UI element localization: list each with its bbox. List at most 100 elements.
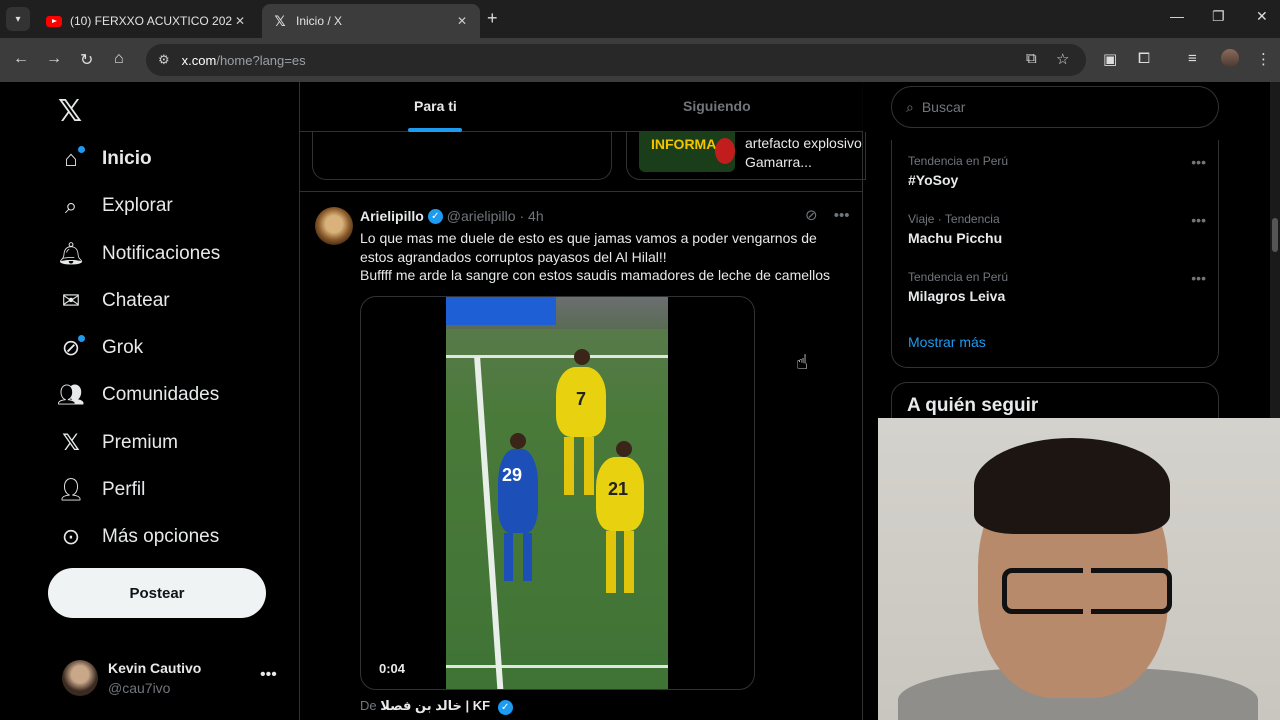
new-tab-button[interactable]: + (487, 8, 498, 29)
trend-title: Milagros Leiva (908, 288, 1006, 304)
nav-item-explorar[interactable]: ⌕ Explorar (58, 186, 173, 226)
install-app-icon[interactable]: ⧉ (1026, 50, 1037, 67)
tab-x-home[interactable]: 𝕏 Inicio / X ✕ (262, 4, 480, 38)
tweet-header: Arielipillo ✓ @arielipillo · 4h (360, 208, 544, 224)
search-icon: ⌕ (906, 98, 914, 115)
verified-badge-icon: ✓ (427, 208, 443, 224)
player: 29 (498, 449, 538, 533)
reload-icon[interactable]: ↻ (80, 50, 93, 70)
more-dots-icon[interactable]: ••• (260, 666, 277, 684)
tweet-line: estos agrandados corruptos payasos del A… (360, 248, 667, 265)
tab-title: (10) FERXXO ACUXTICO 2022 ( (70, 14, 232, 28)
url-host: x.com (181, 52, 217, 68)
feed-tabs: Para ti Siguiendo (300, 82, 863, 132)
nav-item-perfil[interactable]: 👤︎ Perfil (57, 470, 146, 510)
trends-panel: Tendencia en Perú #YoSoy ••• Viaje · Ten… (891, 140, 1219, 368)
tweet-time[interactable]: · 4h (519, 208, 543, 224)
nav-item-grok[interactable]: ⊘ Grok (58, 328, 143, 368)
nav-item-premium[interactable]: 𝕏 Premium (58, 423, 178, 463)
webcam-overlay (878, 418, 1280, 720)
nav-label: Más opciones (102, 526, 220, 547)
minimize-button[interactable]: — (1170, 8, 1184, 24)
nav-item-comunidades[interactable]: 👥︎ Comunidades (57, 375, 220, 415)
more-dots-icon[interactable]: ••• (834, 207, 850, 224)
nav-item-chatear[interactable]: ✉ Chatear (58, 281, 170, 321)
x-logo-icon: 𝕏 (62, 430, 80, 455)
browser-toolbar: ← → ↻ ⌂ ⚙ x.com/home?lang=es ⧉ ☆ ▣ ⧠ ≡ ⋮ (0, 38, 1280, 82)
close-tab-icon[interactable]: ✕ (454, 14, 470, 28)
jersey-number: 7 (576, 389, 587, 409)
site-info-icon[interactable]: ⚙ (158, 52, 170, 68)
trend-item[interactable]: Tendencia en Perú #YoSoy ••• (908, 154, 1208, 188)
nav-label: Comunidades (102, 384, 220, 405)
close-tab-icon[interactable]: ✕ (232, 14, 248, 28)
scrollbar-thumb[interactable] (1272, 218, 1278, 252)
mail-icon: ✉ (61, 288, 81, 313)
divider (300, 191, 863, 192)
trend-item[interactable]: Tendencia en Perú Milagros Leiva ••• (908, 270, 1208, 304)
news-card[interactable]: INFORMA artefacto explosivo Gamarra... (626, 132, 866, 180)
show-more-link[interactable]: Mostrar más (908, 334, 986, 350)
video-frame: 7 29 21 (446, 297, 668, 689)
bell-icon: 🔔︎ (57, 241, 85, 266)
news-thumbnail: INFORMA (639, 132, 735, 172)
menu-kebab-icon[interactable]: ⋮ (1256, 50, 1271, 68)
account-name: Kevin Cautivo (108, 660, 202, 676)
video-source[interactable]: De خالد بن فصلا | KF ✓ (360, 698, 517, 715)
tab-title: Inicio / X (296, 14, 343, 28)
tab-youtube[interactable]: (10) FERXXO ACUXTICO 2022 ( ✕ (36, 4, 258, 38)
who-to-follow-heading: A quién seguir (907, 395, 1039, 416)
more-dots-icon[interactable]: ••• (1191, 270, 1206, 286)
tweet-actions: ⊘ ••• (805, 206, 850, 224)
media-control-icon[interactable]: ≡ (1188, 50, 1197, 67)
extension-window-icon[interactable]: ▣ (1103, 50, 1117, 68)
x-logo-icon[interactable]: 𝕏 (58, 94, 82, 129)
author-name[interactable]: Arielipillo (360, 208, 424, 224)
grok-icon: ⊘ (58, 335, 85, 361)
nav-item-inicio[interactable]: ⌂ Inicio (58, 139, 152, 179)
maximize-button[interactable]: ❐ (1212, 8, 1225, 25)
search-input[interactable]: ⌕ Buscar (891, 86, 1219, 128)
account-switcher[interactable]: Kevin Cautivo @cau7ivo ••• (60, 656, 290, 700)
x-logo-icon: 𝕏 (274, 12, 286, 29)
avatar (62, 660, 98, 696)
forward-arrow-icon[interactable]: → (46, 50, 62, 68)
close-window-button[interactable]: ✕ (1256, 8, 1268, 25)
more-dots-icon[interactable]: ••• (1191, 212, 1206, 228)
avatar[interactable] (315, 207, 353, 245)
verified-badge-icon: ✓ (497, 700, 513, 715)
search-icon: ⌕ (64, 193, 78, 218)
nav-item-notificaciones[interactable]: 🔔︎ Notificaciones (57, 234, 220, 274)
tweet-line: Lo que mas me duele de esto es que jamas… (360, 230, 817, 246)
thumbnail-text: INFORMA (651, 136, 717, 152)
browser-profile-avatar[interactable] (1221, 49, 1239, 67)
home-icon[interactable]: ⌂ (114, 50, 124, 68)
more-dots-icon[interactable]: ••• (1191, 154, 1206, 170)
back-arrow-icon[interactable]: ← (13, 50, 29, 68)
nav-label: Perfil (102, 479, 146, 500)
address-bar[interactable]: ⚙ x.com/home?lang=es (146, 44, 1086, 76)
media-card[interactable] (312, 132, 612, 180)
nav-label: Inicio (102, 148, 152, 169)
bookmark-star-icon[interactable]: ☆ (1056, 50, 1069, 68)
mouse-pointer-icon: ☝ (796, 352, 809, 374)
search-placeholder: Buscar (921, 99, 966, 115)
tab-search-button[interactable]: ▾ (6, 7, 30, 31)
tab-para-ti[interactable]: Para ti (414, 98, 457, 114)
post-button[interactable]: Postear (48, 568, 266, 618)
nav-label: Chatear (102, 290, 170, 311)
youtube-icon (46, 13, 62, 29)
grok-icon[interactable]: ⊘ (805, 207, 818, 224)
tab-siguiendo[interactable]: Siguiendo (683, 98, 751, 114)
extensions-puzzle-icon[interactable]: ⧠ (1138, 50, 1150, 67)
author-handle[interactable]: @arielipillo (447, 208, 516, 224)
tweet-video[interactable]: 7 29 21 0:04 (360, 296, 755, 690)
jersey-number: 21 (608, 479, 629, 499)
nav-item-mas-opciones[interactable]: ⊙ Más opciones (58, 517, 219, 557)
trend-item[interactable]: Viaje · Tendencia Machu Picchu ••• (908, 212, 1208, 246)
player: 21 (596, 457, 644, 531)
source-name[interactable]: خالد بن فصلا | KF (380, 698, 490, 713)
tweet-text: Lo que mas me duele de esto es que jamas… (360, 229, 855, 285)
news-line: artefacto explosivo (745, 135, 862, 151)
main-feed: INFORMA artefacto explosivo Gamarra... P… (299, 82, 866, 720)
